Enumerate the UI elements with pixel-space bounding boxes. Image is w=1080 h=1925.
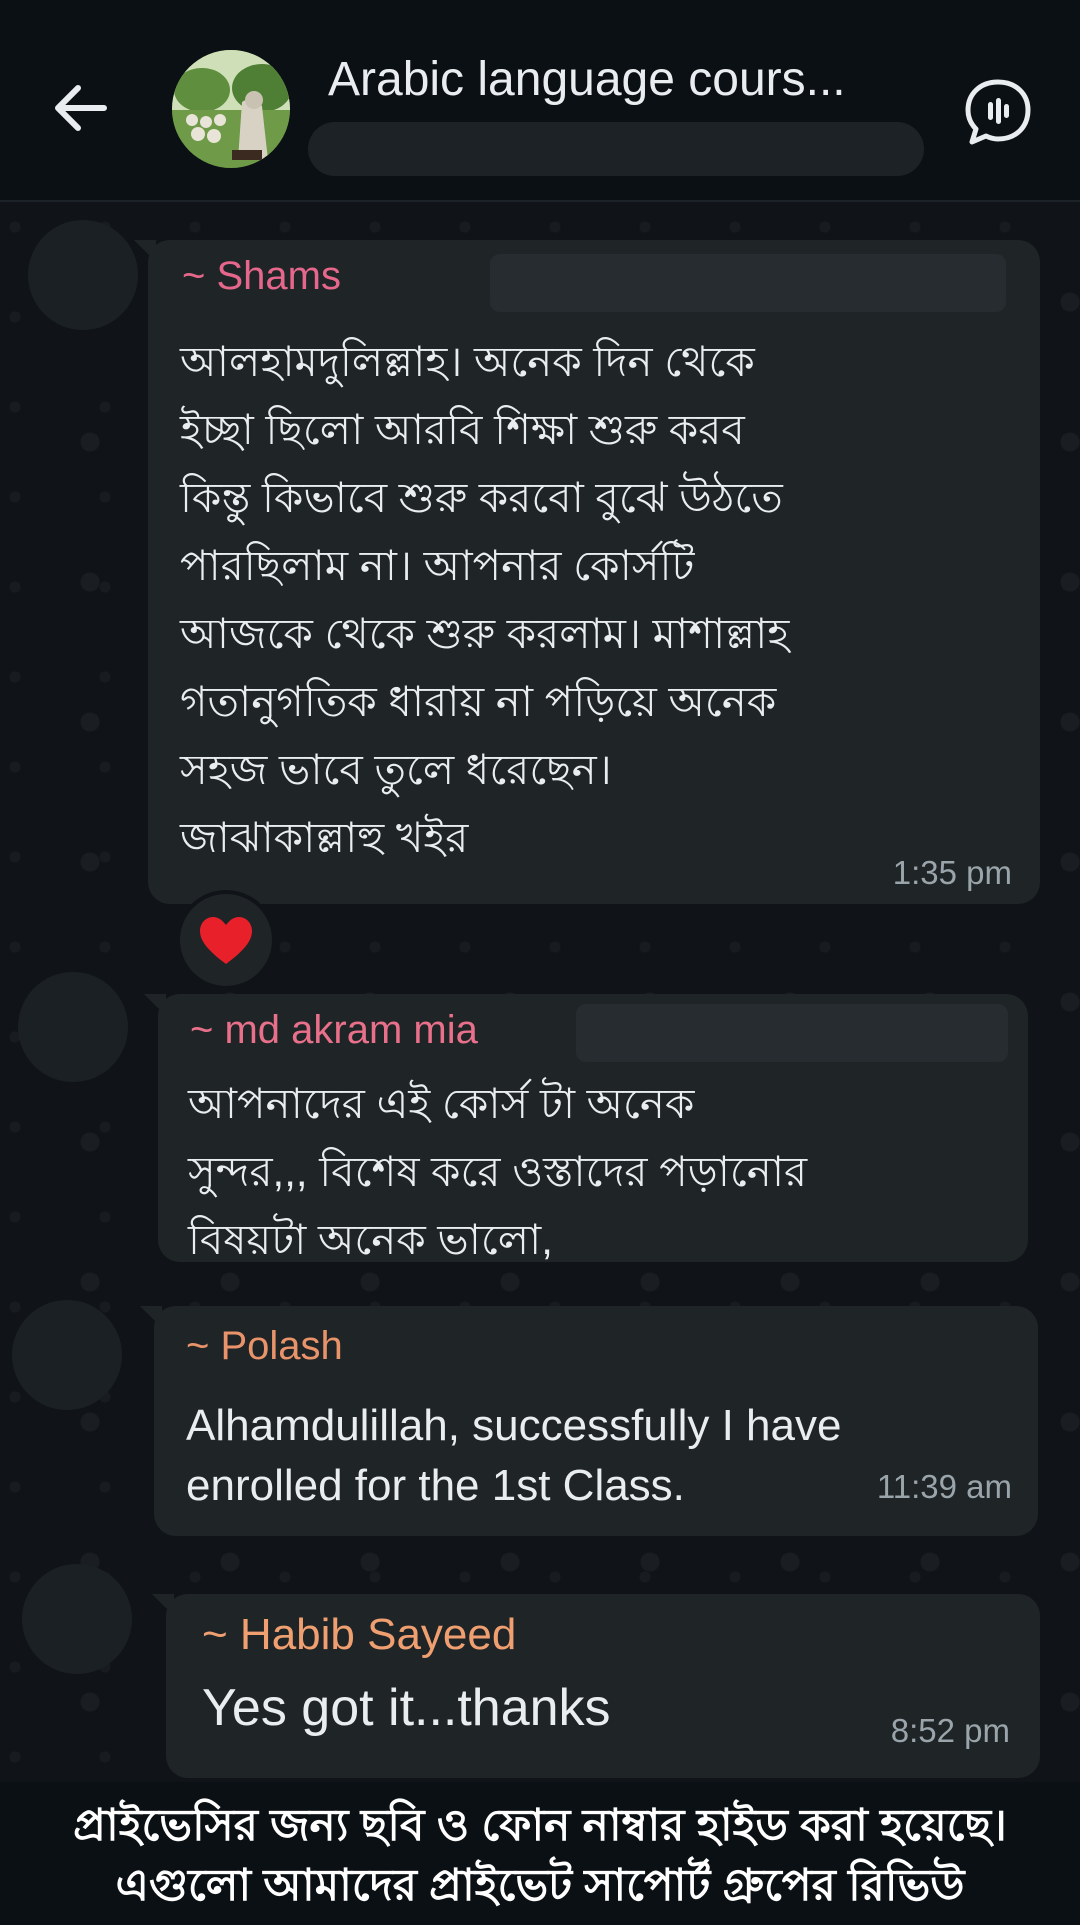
chat-area[interactable]: ~ Shams আলহামদুলিল্লাহ। অনেক দিন থেকে ইচ… bbox=[0, 202, 1080, 1782]
message-bubble[interactable]: ~ Shams আলহামদুলিল্লাহ। অনেক দিন থেকে ইচ… bbox=[134, 240, 1040, 904]
reaction-badge[interactable] bbox=[176, 890, 276, 990]
message-time: 1:35 pm bbox=[892, 854, 1012, 891]
message-line: বিষয়টা অনেক ভালো, bbox=[188, 1216, 553, 1263]
sender-avatar[interactable] bbox=[18, 972, 128, 1082]
chat-title[interactable]: Arabic language cours... bbox=[328, 52, 846, 107]
message-line: গতানুগতিক ধারায় না পড়িয়ে অনেক bbox=[180, 678, 777, 725]
hidden-phone bbox=[576, 1004, 1008, 1062]
message-line: কিন্তু কিভাবে শুরু করবো বুঝে উঠতে bbox=[180, 474, 783, 521]
message-line: জাঝাকাল্লাহু খইর bbox=[180, 814, 469, 861]
message-line: পারছিলাম না। আপনার কোর্সটি bbox=[180, 542, 695, 589]
bubble-tail bbox=[152, 1594, 174, 1616]
voice-chat-icon[interactable] bbox=[962, 76, 1034, 148]
caption-line: এগুলো আমাদের প্রাইভেট সাপোর্ট গ্রুপের রি… bbox=[115, 1861, 965, 1910]
message-time: 8:52 pm bbox=[890, 1712, 1010, 1749]
message-line: আপনাদের এই কোর্স টা অনেক bbox=[188, 1080, 695, 1127]
sender-name[interactable]: ~ Polash bbox=[186, 1324, 343, 1369]
message-line: আজকে থেকে শুরু করলাম। মাশাল্লাহ bbox=[180, 610, 790, 657]
sender-avatar[interactable] bbox=[22, 1564, 132, 1674]
arrow-left-icon[interactable] bbox=[48, 76, 112, 140]
message-line: Yes got it...thanks bbox=[202, 1679, 611, 1737]
chat-header: Arabic language cours... bbox=[0, 0, 1080, 202]
caption-footer: প্রাইভেসির জন্য ছবি ও ফোন নাম্বার হাইড ক… bbox=[0, 1784, 1080, 1920]
sender-name[interactable]: ~ Habib Sayeed bbox=[202, 1610, 516, 1660]
heart-icon bbox=[200, 917, 252, 964]
sender-name[interactable]: ~ Shams bbox=[182, 254, 341, 299]
bubble-tail bbox=[134, 240, 156, 262]
group-avatar[interactable] bbox=[172, 50, 290, 168]
message-bubble[interactable]: ~ Polash Alhamdulillah, successfully I h… bbox=[140, 1306, 1038, 1536]
bubble-tail bbox=[140, 1306, 162, 1328]
sender-avatar[interactable] bbox=[28, 220, 138, 330]
sender-name[interactable]: ~ md akram mia bbox=[190, 1008, 478, 1053]
message-line: ইচ্ছা ছিলো আরবি শিক্ষা শুরু করব bbox=[180, 406, 745, 453]
bubble-tail bbox=[144, 994, 166, 1016]
hidden-subtitle bbox=[308, 122, 924, 176]
message-line: enrolled for the 1st Class. bbox=[186, 1461, 685, 1510]
hidden-phone bbox=[490, 254, 1006, 312]
message-bubble[interactable]: ~ Habib Sayeed Yes got it...thanks 8:52 … bbox=[152, 1594, 1040, 1778]
sender-avatar[interactable] bbox=[12, 1300, 122, 1410]
message-bubble[interactable]: ~ md akram mia আপনাদের এই কোর্স টা অনেক … bbox=[144, 994, 1028, 1263]
message-line: সুন্দর,,, বিশেষ করে ওস্তাদের পড়ানোর bbox=[188, 1148, 808, 1195]
message-line: Alhamdulillah, successfully I have bbox=[186, 1401, 842, 1450]
message-line: সহজ ভাবে তুলে ধরেছেন। bbox=[180, 746, 612, 793]
message-time: 11:39 am bbox=[876, 1468, 1012, 1505]
message-line: আলহামদুলিল্লাহ। অনেক দিন থেকে bbox=[180, 338, 755, 385]
